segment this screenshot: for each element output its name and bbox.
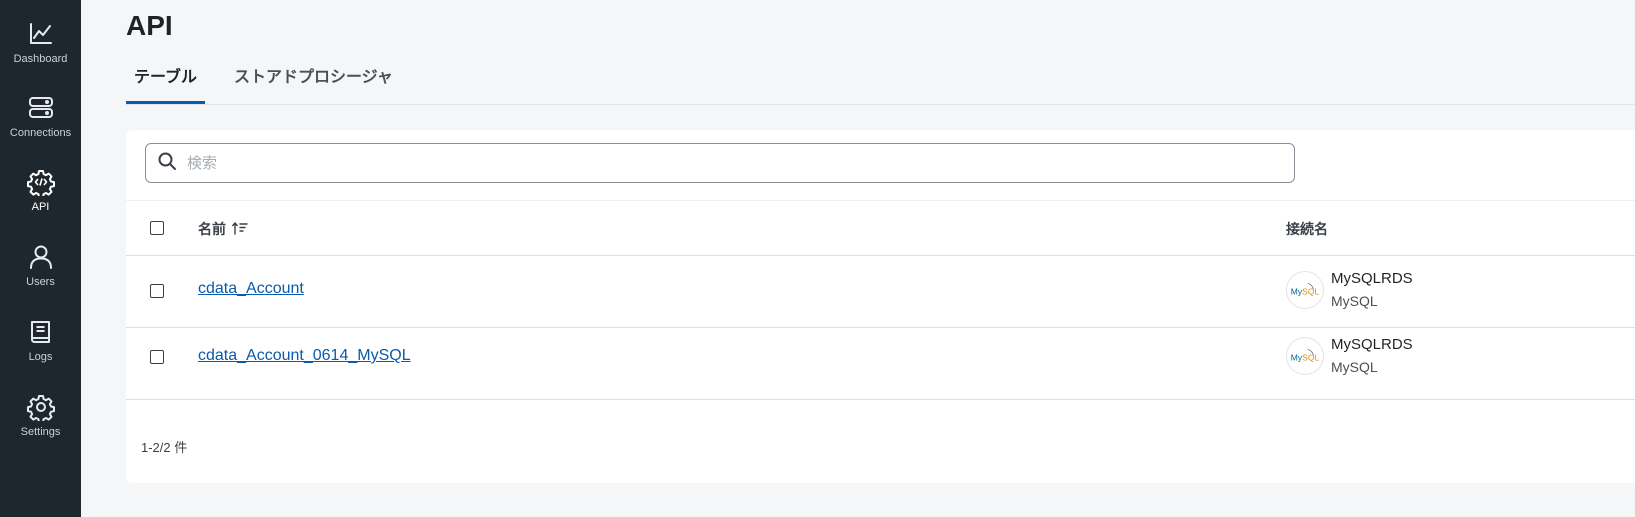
- connection-type: MySQL: [1331, 293, 1378, 309]
- select-all-checkbox[interactable]: [150, 221, 164, 235]
- sidebar-item-label: Settings: [20, 426, 61, 438]
- sidebar-item-label: API: [31, 201, 50, 213]
- chart-line-icon: [27, 20, 55, 48]
- api-gear-icon: [26, 168, 55, 196]
- tab-bar: テーブル ストアドプロシージャ: [126, 62, 1635, 105]
- mysql-logo-icon: My SQL: [1286, 337, 1324, 375]
- sidebar-item-label: Users: [26, 276, 55, 288]
- table-row: cdata_Account My SQL MySQLRDS MySQL: [126, 255, 1635, 328]
- tab-stored-procedures[interactable]: ストアドプロシージャ: [226, 62, 401, 102]
- svg-text:SQL: SQL: [1302, 353, 1319, 363]
- gear-icon: [26, 393, 55, 421]
- row-checkbox[interactable]: [150, 284, 164, 298]
- connection-type: MySQL: [1331, 359, 1378, 375]
- sidebar-item-settings[interactable]: Settings: [0, 393, 81, 459]
- pagination-summary: 1-2/2 件: [141, 440, 188, 455]
- sidebar-item-label: Connections: [9, 127, 72, 139]
- tab-tables[interactable]: テーブル: [126, 62, 206, 104]
- sidebar-item-label: Dashboard: [13, 53, 68, 65]
- sidebar-item-dashboard[interactable]: Dashboard: [0, 20, 81, 86]
- connection-name: MySQLRDS: [1331, 270, 1413, 287]
- sidebar-item-connections[interactable]: Connections: [0, 94, 81, 160]
- column-header-connection[interactable]: 接続名: [1286, 219, 1328, 239]
- sidebar-item-api[interactable]: API: [0, 168, 81, 234]
- search-box[interactable]: [145, 143, 1295, 183]
- table-header: 名前 接続名: [126, 200, 1635, 256]
- column-header-name[interactable]: 名前: [198, 219, 226, 239]
- search-icon: [146, 151, 177, 176]
- table-name-link[interactable]: cdata_Account_0614_MySQL: [198, 347, 411, 365]
- tables-card: 名前 接続名 cdata_Account My SQL MySQLRDS MyS…: [126, 130, 1635, 483]
- page-title: API: [126, 10, 173, 41]
- svg-text:My: My: [1291, 287, 1303, 297]
- sidebar: Dashboard Connections API Users Logs Set…: [0, 0, 81, 517]
- svg-text:My: My: [1291, 353, 1303, 363]
- search-input[interactable]: [185, 153, 1294, 173]
- svg-text:SQL: SQL: [1302, 287, 1319, 297]
- table-name-link[interactable]: cdata_Account: [198, 280, 304, 298]
- sidebar-item-label: Logs: [28, 351, 53, 363]
- sidebar-item-users[interactable]: Users: [0, 243, 81, 309]
- user-icon: [27, 243, 55, 271]
- connection-name: MySQLRDS: [1331, 336, 1413, 353]
- sidebar-item-logs[interactable]: Logs: [0, 318, 81, 384]
- row-checkbox[interactable]: [150, 350, 164, 364]
- mysql-logo-icon: My SQL: [1286, 271, 1324, 309]
- book-icon: [27, 318, 55, 346]
- server-icon: [27, 94, 55, 122]
- table-row: cdata_Account_0614_MySQL My SQL MySQLRDS…: [126, 327, 1635, 400]
